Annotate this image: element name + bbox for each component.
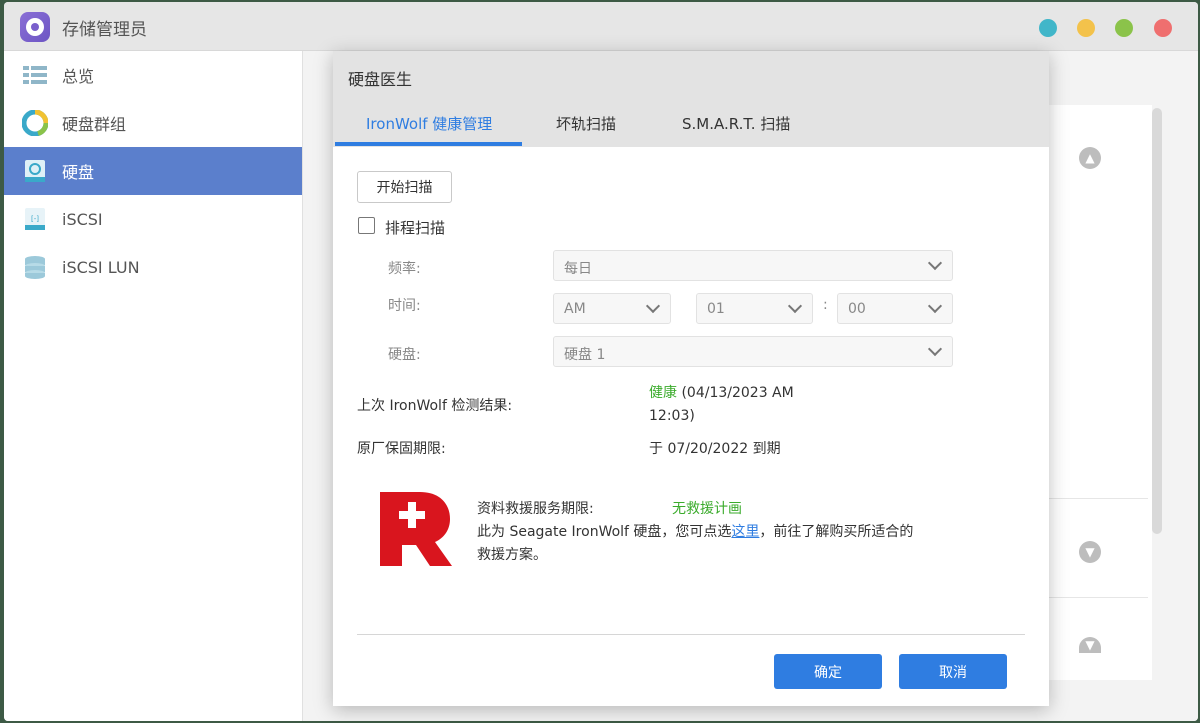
tab-ironwolf-health[interactable]: IronWolf 健康管理 — [366, 113, 492, 134]
window-help-dot[interactable] — [1039, 19, 1057, 37]
disk-value: 硬盘 1 — [564, 347, 606, 363]
rescue-plan-link[interactable]: 这里 — [731, 524, 759, 540]
sidebar-item-label: 硬盘 — [62, 163, 95, 182]
sidebar-item-overview[interactable]: 总览 — [4, 51, 302, 99]
rescue-description-cont: 救援方案。 — [477, 547, 547, 563]
overview-icon — [22, 62, 48, 88]
sidebar-item-label: 硬盘群组 — [62, 115, 127, 134]
warranty-value: 于 07/20/2022 到期 — [649, 441, 781, 457]
chevron-down-icon[interactable]: ▼ — [1079, 637, 1101, 653]
last-result-time: (04/13/2023 AM — [681, 385, 794, 401]
sidebar-item-label: iSCSI — [62, 209, 103, 229]
iscsi-lun-icon — [22, 254, 48, 280]
rescue-status: 无救援计画 — [672, 501, 742, 517]
sidebar-item-disk[interactable]: 硬盘 — [4, 147, 302, 195]
scrollbar[interactable] — [1152, 108, 1162, 534]
time-hour-value: 01 — [707, 301, 725, 317]
disk-select[interactable]: 硬盘 1 — [553, 336, 953, 367]
start-scan-button[interactable]: 开始扫描 — [357, 171, 452, 203]
active-tab-indicator — [335, 142, 522, 146]
schedule-scan-label: 排程扫描 — [385, 219, 446, 237]
chevron-up-icon[interactable]: ▲ — [1079, 147, 1101, 169]
frequency-select[interactable]: 每日 — [553, 250, 953, 281]
warranty-label: 原厂保固期限: — [357, 441, 446, 457]
schedule-scan-checkbox[interactable] — [358, 217, 375, 234]
window-maximize-dot[interactable] — [1115, 19, 1133, 37]
sidebar-item-iscsi[interactable]: [-] iSCSI — [4, 195, 302, 243]
title-bar: 存储管理员 — [4, 2, 1198, 51]
time-minute-value: 00 — [848, 301, 866, 317]
rescue-description: 此为 Seagate IronWolf 硬盘，您可点选这里，前往了解购买所适合的 — [477, 521, 913, 541]
time-label: 时间: — [388, 298, 421, 314]
ok-button[interactable]: 确定 — [774, 654, 882, 689]
chevron-down-icon — [927, 298, 943, 314]
iscsi-icon: [-] — [22, 206, 48, 232]
sidebar-item-label: 总览 — [62, 67, 95, 86]
storage-manager-app-icon — [20, 12, 50, 42]
app-title: 存储管理员 — [62, 20, 147, 40]
last-result-time-cont: 12:03) — [649, 408, 695, 424]
dialog-header: 硬盘医生 IronWolf 健康管理 坏轨扫描 S.M.A.R.T. 扫描 — [333, 51, 1049, 147]
chevron-down-icon — [927, 341, 943, 357]
frequency-label: 频率: — [388, 261, 421, 277]
chevron-down-icon — [645, 298, 661, 314]
tab-smart-scan[interactable]: S.M.A.R.T. 扫描 — [682, 113, 790, 134]
cancel-button[interactable]: 取消 — [899, 654, 1007, 689]
sidebar: 总览 硬盘群组 硬盘 [-] iSCSI iSCSI LUN — [4, 51, 303, 721]
panel-divider — [1044, 597, 1148, 598]
disk-group-icon — [21, 109, 49, 137]
time-separator: : — [823, 297, 828, 313]
health-status: 健康 — [649, 385, 677, 401]
footer-divider — [357, 634, 1025, 635]
time-minute-select[interactable]: 00 — [837, 293, 953, 324]
window-minimize-dot[interactable] — [1077, 19, 1095, 37]
chevron-down-icon — [927, 255, 943, 271]
time-period-value: AM — [564, 301, 586, 317]
rescue-text: 此为 Seagate IronWolf 硬盘，您可点选 — [477, 524, 732, 540]
chevron-down-icon[interactable]: ▼ — [1079, 541, 1101, 563]
tab-bad-block-scan[interactable]: 坏轨扫描 — [556, 113, 616, 134]
rescue-service-logo — [380, 492, 452, 566]
window-close-dot[interactable] — [1154, 19, 1172, 37]
rescue-text: ，前往了解购买所适合的 — [759, 524, 914, 540]
frequency-value: 每日 — [564, 261, 592, 277]
rescue-label: 资料救援服务期限: — [477, 501, 594, 517]
last-result-value: 健康 (04/13/2023 AM 12:03) — [649, 382, 794, 428]
panel-divider — [1044, 498, 1148, 499]
svg-text:[-]: [-] — [31, 215, 39, 223]
dialog-title: 硬盘医生 — [348, 70, 413, 89]
sidebar-item-iscsi-lun[interactable]: iSCSI LUN — [4, 243, 302, 291]
chevron-down-icon — [787, 298, 803, 314]
sidebar-item-label: iSCSI LUN — [62, 257, 140, 277]
time-hour-select[interactable]: 01 — [696, 293, 813, 324]
time-period-select[interactable]: AM — [553, 293, 671, 324]
sidebar-item-disk-group[interactable]: 硬盘群组 — [4, 99, 302, 147]
disk-doctor-dialog: 硬盘医生 IronWolf 健康管理 坏轨扫描 S.M.A.R.T. 扫描 开始… — [333, 51, 1049, 706]
last-result-label: 上次 IronWolf 检测结果: — [357, 398, 513, 414]
disk-list-panel — [1040, 105, 1152, 680]
disk-icon — [22, 158, 48, 184]
disk-label: 硬盘: — [388, 347, 421, 363]
